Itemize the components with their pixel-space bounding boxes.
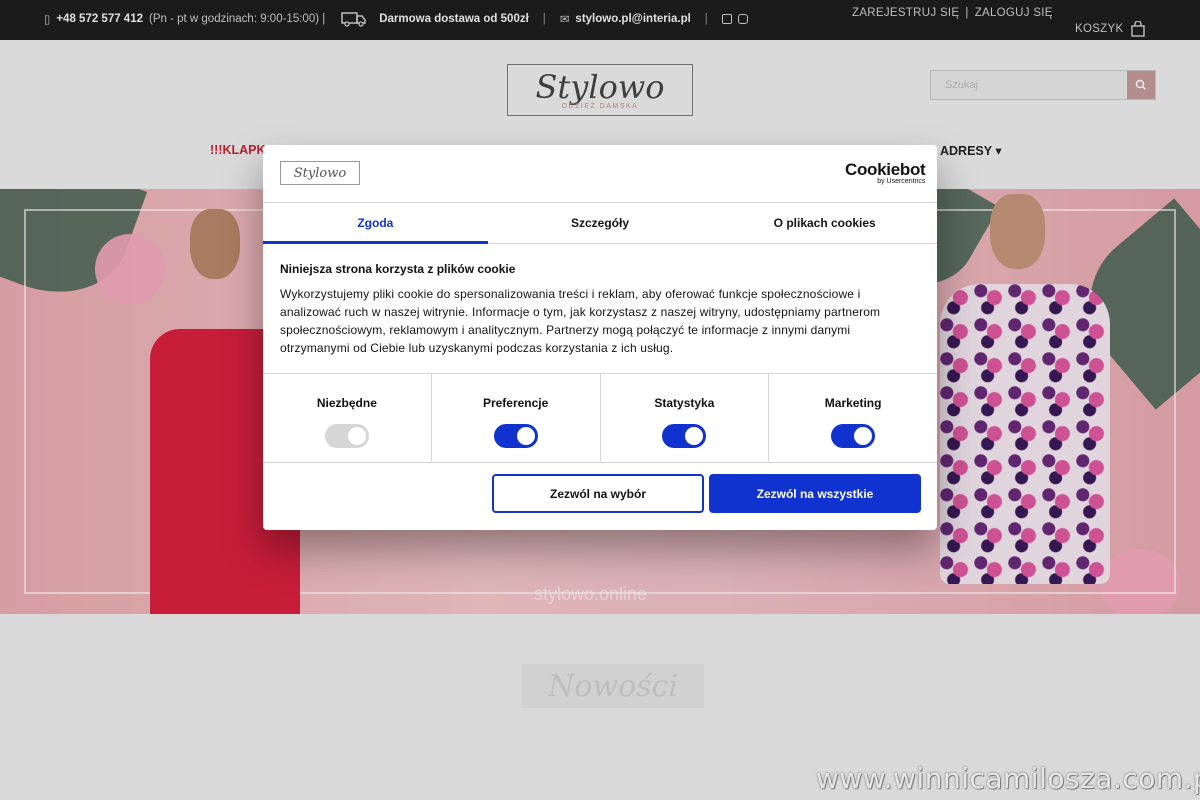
contact-info: ▯ +48 572 577 412 (Pn - pt w godzinach: … bbox=[44, 11, 748, 27]
cookiebot-sub: by Usercentrics bbox=[877, 178, 926, 185]
site-watermark: www.winnicamilosza.com.pl bbox=[816, 762, 1200, 795]
divider: | bbox=[542, 13, 546, 25]
toggle-marketing[interactable] bbox=[831, 424, 876, 448]
tab-zgoda[interactable]: Zgoda bbox=[263, 203, 488, 244]
cookie-consent-dialog: Stylowo Cookiebot by Usercentrics Zgoda … bbox=[263, 145, 937, 530]
consent-categories: Niezbędne Preferencje Statystyka Marketi… bbox=[263, 373, 937, 463]
instagram-icon[interactable] bbox=[737, 14, 748, 24]
divider: | bbox=[965, 7, 969, 19]
phone-number[interactable]: +48 572 577 412 bbox=[56, 13, 143, 25]
dialog-site-logo: Stylowo bbox=[280, 161, 360, 185]
category-niezbedne: Niezbędne bbox=[263, 374, 432, 462]
consent-description: Wykorzystujemy pliki cookie do spersonal… bbox=[280, 287, 881, 355]
mail-icon: ✉ bbox=[559, 14, 570, 26]
phone-icon: ▯ bbox=[44, 14, 51, 26]
facebook-icon[interactable] bbox=[721, 14, 732, 24]
toggle-niezbedne bbox=[324, 424, 369, 448]
consent-tabs: Zgoda Szczegóły O plikach cookies bbox=[263, 202, 937, 244]
tab-szczegoly[interactable]: Szczegóły bbox=[488, 203, 713, 243]
truck-icon bbox=[341, 11, 367, 27]
category-statystyka: Statystyka bbox=[601, 374, 770, 462]
category-label: Statystyka bbox=[654, 396, 715, 410]
allow-selection-button[interactable]: Zezwól na wybór bbox=[492, 474, 704, 513]
toggle-statystyka[interactable] bbox=[662, 424, 707, 448]
shopping-bag-icon bbox=[1131, 21, 1146, 37]
login-link[interactable]: ZALOGUJ SIĘ bbox=[975, 7, 1053, 19]
cookiebot-brand: Cookiebot bbox=[845, 160, 926, 179]
register-link[interactable]: ZAREJESTRUJ SIĘ bbox=[852, 7, 959, 19]
category-label: Niezbędne bbox=[316, 396, 377, 410]
account-links: ZAREJESTRUJ SIĘ | ZALOGUJ SIĘ bbox=[852, 7, 1053, 19]
email-link[interactable]: stylowo.pl@interia.pl bbox=[575, 13, 690, 25]
divider: | bbox=[704, 13, 708, 25]
consent-heading: Niniejsza strona korzysta z plików cooki… bbox=[280, 262, 516, 276]
category-label: Preferencje bbox=[482, 396, 549, 410]
tab-o-plikach-cookies[interactable]: O plikach cookies bbox=[712, 203, 937, 243]
category-preferencje: Preferencje bbox=[432, 374, 601, 462]
cookiebot-logo[interactable]: Cookiebot by Usercentrics bbox=[845, 160, 926, 185]
cart-link[interactable]: KOSZYK bbox=[1075, 21, 1146, 37]
top-bar: ▯ +48 572 577 412 (Pn - pt w godzinach: … bbox=[0, 0, 1200, 40]
hours-text: (Pn - pt w godzinach: 9:00-15:00) | bbox=[149, 13, 326, 25]
toggle-preferencje[interactable] bbox=[493, 424, 538, 448]
shipping-text: Darmowa dostawa od 500zł bbox=[379, 13, 529, 25]
category-label: Marketing bbox=[824, 396, 882, 410]
cart-label: KOSZYK bbox=[1075, 23, 1124, 35]
consent-text: Niniejsza strona korzysta z plików cooki… bbox=[280, 262, 920, 357]
allow-all-button[interactable]: Zezwól na wszystkie bbox=[709, 474, 921, 513]
category-marketing: Marketing bbox=[769, 374, 937, 462]
